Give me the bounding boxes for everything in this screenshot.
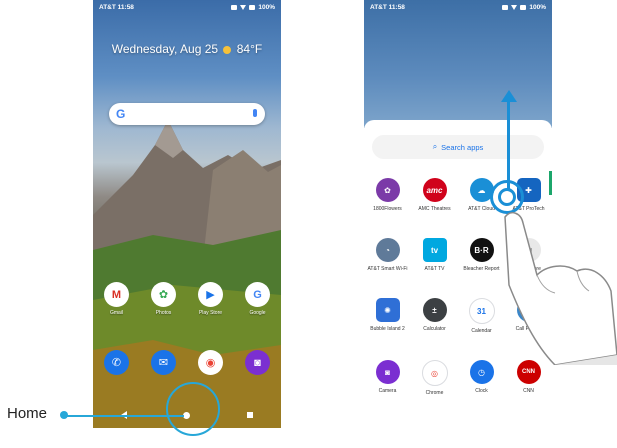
app-label: Bubble Island 2: [370, 326, 405, 332]
google-logo-icon: G: [116, 107, 126, 121]
date-text: Wednesday, Aug 25: [111, 42, 219, 56]
home-screen: AT&T 11:58 100% Wednesday, Aug 25 84°F G…: [93, 0, 281, 428]
app-calculator[interactable]: ± Calculator: [413, 298, 457, 334]
home-app-row: M Gmail ✿ Photos ▶ Play Store G Google: [93, 282, 281, 316]
carrier-time: AT&T 11:58: [99, 4, 134, 11]
wifi-icon: [511, 5, 518, 10]
nfc-icon: [502, 5, 509, 10]
nfc-icon: [231, 5, 238, 10]
search-apps-bar[interactable]: ⌕ Search apps: [372, 135, 544, 159]
app-label: Gmail: [109, 310, 124, 316]
camera-icon: ◙: [245, 350, 270, 375]
search-icon: ⌕: [432, 142, 438, 151]
battery-level: 100%: [258, 4, 275, 11]
app-play-store[interactable]: ▶ Play Store: [189, 282, 233, 316]
app-chrome[interactable]: ◎ Chrome: [413, 360, 457, 396]
wifi-icon: [240, 5, 247, 10]
temperature: 84°F: [236, 42, 263, 56]
drawer-row: ◙ Camera ◎ Chrome ◷ Clock CNN CNN: [364, 360, 552, 396]
app-label: Calculator: [423, 326, 446, 332]
app-att-smart-wifi[interactable]: ◔ AT&T Smart Wi-Fi: [366, 238, 410, 272]
app-1800flowers[interactable]: ✿ 1800Flowers: [366, 178, 410, 212]
swipe-up-arrow: [507, 100, 510, 190]
battery-level: 100%: [529, 4, 546, 11]
app-amc-theatres[interactable]: amc AMC Theatres: [413, 178, 457, 212]
google-folder-icon: G: [245, 282, 270, 307]
amc-icon: amc: [422, 178, 447, 202]
app-label: Play Store: [198, 310, 223, 316]
search-apps-label: Search apps: [441, 142, 484, 152]
app-label: Google: [249, 310, 266, 316]
dock: ✆ ✉ ◉ ◙: [93, 350, 281, 375]
app-gmail[interactable]: M Gmail: [95, 282, 139, 316]
carrier-time: AT&T 11:58: [370, 4, 405, 11]
mic-icon[interactable]: [253, 109, 257, 117]
photos-icon: ✿: [151, 282, 176, 307]
messages-icon: ✉: [151, 350, 176, 375]
tv-icon: tv: [422, 238, 447, 262]
app-clock[interactable]: ◷ Clock: [460, 360, 504, 396]
sun-icon: [223, 45, 232, 54]
app-label: Camera: [378, 388, 397, 394]
app-label: Clock: [475, 388, 488, 394]
app-att-tv[interactable]: tv AT&T TV: [413, 238, 457, 272]
camera-icon: ◙: [375, 360, 400, 384]
google-search-bar[interactable]: G: [109, 103, 265, 125]
phone-icon: ✆: [104, 350, 129, 375]
app-photos[interactable]: ✿ Photos: [142, 282, 186, 316]
status-bar: AT&T 11:58 100%: [364, 0, 552, 15]
hand-gesture-icon: [485, 205, 617, 366]
bubble-island-icon: ✺: [375, 298, 400, 322]
play-store-icon: ▶: [198, 282, 223, 307]
chrome-icon: ◎: [421, 360, 448, 386]
app-label: AMC Theatres: [418, 206, 451, 212]
app-label: Photos: [155, 310, 172, 316]
app-google[interactable]: G Google: [236, 282, 280, 316]
dock-chrome[interactable]: ◉: [189, 350, 233, 375]
wifi-app-icon: ◔: [375, 238, 400, 262]
calculator-icon: ±: [422, 298, 447, 322]
battery-icon: [249, 5, 256, 10]
app-label: AT&T TV: [424, 266, 445, 272]
gmail-icon: M: [104, 282, 129, 307]
app-cnn[interactable]: CNN CNN: [507, 360, 551, 396]
app-label: Chrome: [425, 390, 444, 396]
home-highlight-ring: [166, 382, 220, 436]
wallpaper: [364, 0, 552, 128]
app-camera[interactable]: ◙ Camera: [366, 360, 410, 396]
arrow-head-icon: [501, 90, 517, 102]
touch-point-inner-icon: [498, 188, 516, 206]
app-label: CNN: [523, 388, 534, 394]
recent-apps-icon[interactable]: [246, 412, 253, 418]
flowers-icon: ✿: [375, 178, 400, 202]
battery-icon: [520, 5, 527, 10]
dock-camera[interactable]: ◙: [236, 350, 280, 375]
app-label: AT&T Smart Wi-Fi: [367, 266, 408, 272]
date-weather-widget[interactable]: Wednesday, Aug 25 84°F: [93, 42, 281, 56]
chrome-icon: ◉: [198, 350, 223, 375]
dock-phone[interactable]: ✆: [95, 350, 139, 375]
status-bar: AT&T 11:58 100%: [93, 0, 281, 15]
dock-messages[interactable]: ✉: [142, 350, 186, 375]
home-callout-label: Home: [7, 405, 48, 422]
app-label: 1800Flowers: [373, 206, 402, 212]
app-bubble-island-2[interactable]: ✺ Bubble Island 2: [366, 298, 410, 334]
